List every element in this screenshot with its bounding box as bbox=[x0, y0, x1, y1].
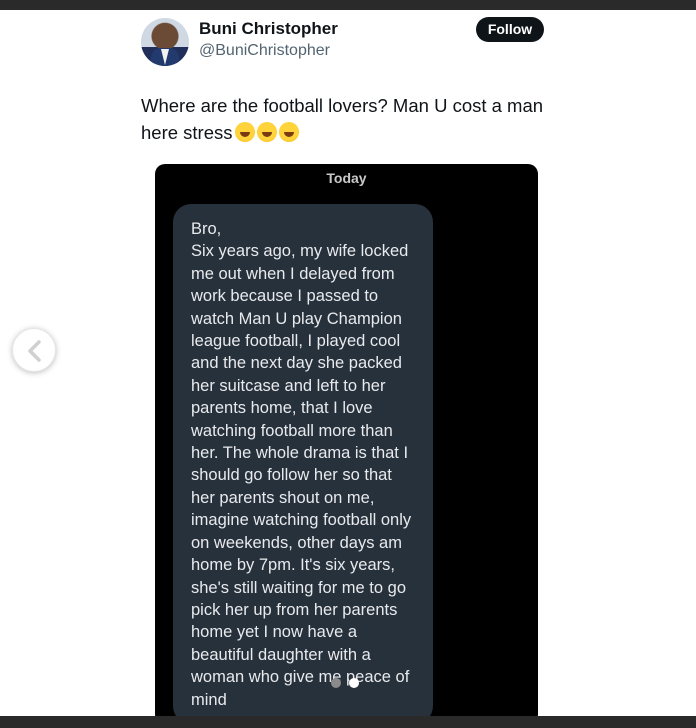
carousel-dot-2-active[interactable] bbox=[349, 678, 359, 688]
tweet-body: Where are the football lovers? Man U cos… bbox=[141, 95, 544, 143]
screenshot-frame: Buni Christopher @BuniChristopher Follow… bbox=[0, 0, 696, 728]
laughing-emoji-icon bbox=[234, 122, 255, 142]
author-handle[interactable]: @BuniChristopher bbox=[199, 42, 330, 60]
follow-button[interactable]: Follow bbox=[476, 17, 544, 42]
chevron-left-icon bbox=[28, 340, 41, 362]
laughing-emoji-icon bbox=[256, 122, 277, 142]
avatar[interactable] bbox=[141, 18, 189, 66]
message-bubble: Bro, Six years ago, my wife locked me ou… bbox=[173, 204, 433, 716]
tweet-media-image[interactable]: Today Bro, Six years ago, my wife locked… bbox=[155, 164, 538, 716]
tweet-text: Where are the football lovers? Man U cos… bbox=[141, 92, 561, 146]
day-label: Today bbox=[326, 170, 367, 186]
author-name[interactable]: Buni Christopher bbox=[199, 19, 338, 39]
previous-button[interactable] bbox=[12, 328, 56, 372]
carousel-dot-1[interactable] bbox=[331, 678, 341, 688]
tweet-card: Buni Christopher @BuniChristopher Follow… bbox=[0, 10, 696, 716]
message-greeting: Bro, bbox=[191, 220, 222, 238]
laughing-emoji-icon bbox=[278, 122, 299, 142]
message-body: Six years ago, my wife locked me out whe… bbox=[191, 242, 412, 709]
